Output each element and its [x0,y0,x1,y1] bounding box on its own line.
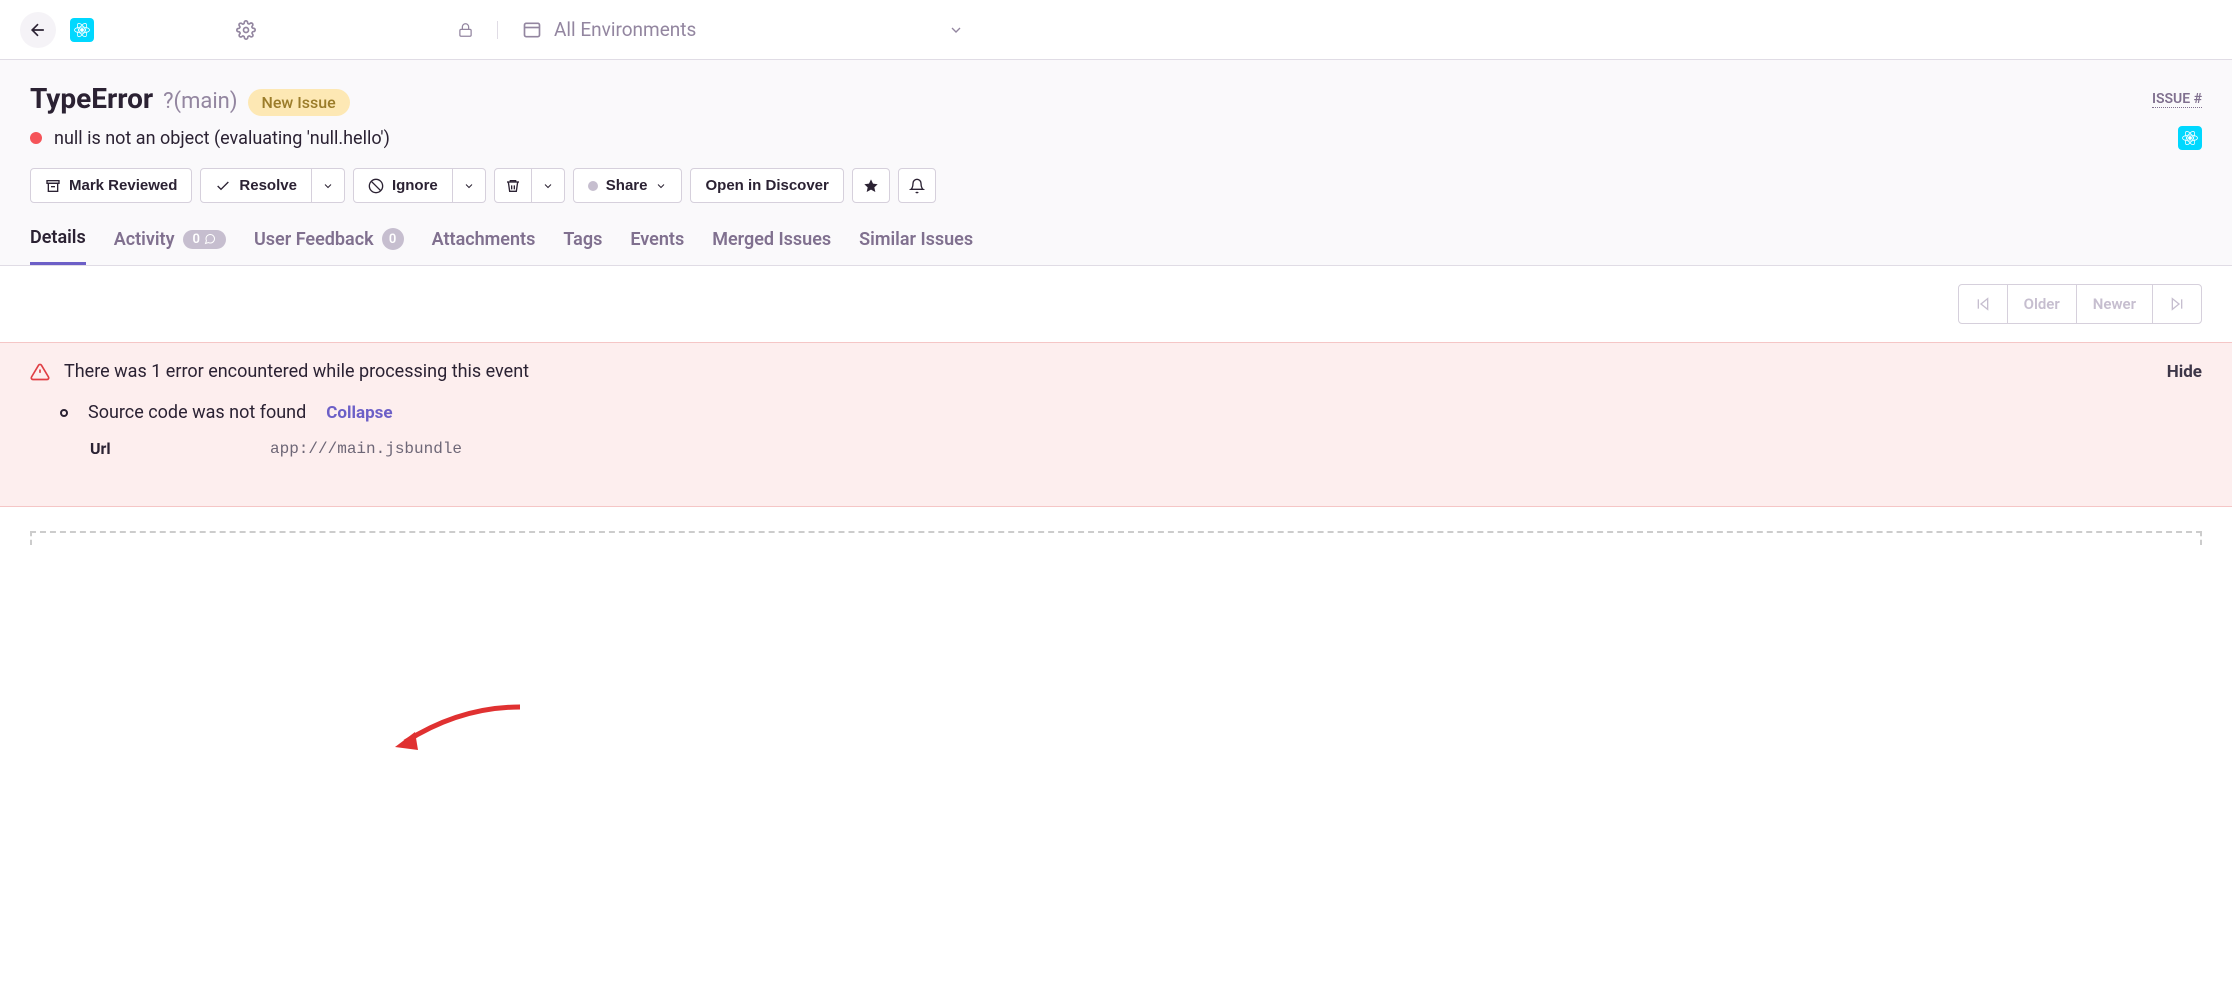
issue-number-label: ISSUE # [2152,91,2202,108]
status-dot [588,181,598,191]
archive-icon [45,178,61,194]
severity-dot [30,132,42,144]
lock-icon [458,21,498,39]
action-bar: Mark Reviewed Resolve Ignore [30,168,2202,203]
tab-similar[interactable]: Similar Issues [859,227,973,265]
annotation-arrow [390,702,530,762]
comment-icon [204,233,216,245]
chevron-down-icon [463,180,475,192]
ban-icon [368,178,384,194]
dashed-placeholder [30,531,2202,545]
trash-icon [505,178,521,194]
tab-activity[interactable]: Activity 0 [114,227,226,265]
delete-button[interactable] [494,168,532,203]
resolve-dropdown[interactable] [312,168,345,203]
event-nav: Older Newer [0,266,2232,342]
tabs: Details Activity 0 User Feedback 0 Attac… [30,227,2202,265]
new-issue-badge: New Issue [248,89,350,116]
url-value: app:///main.jsbundle [270,440,462,458]
resolve-button[interactable]: Resolve [200,168,312,203]
tab-tags[interactable]: Tags [563,227,602,265]
chevron-down-icon [948,22,964,38]
tab-events[interactable]: Events [630,227,684,265]
chevron-down-icon [322,180,334,192]
tab-merged[interactable]: Merged Issues [712,227,831,265]
ignore-button[interactable]: Ignore [353,168,453,203]
back-button[interactable] [20,12,56,48]
error-message: null is not an object (evaluating 'null.… [54,128,390,149]
url-label: Url [90,439,270,458]
banner-message: There was 1 error encountered while proc… [64,361,529,382]
window-icon [522,20,542,40]
bullet-icon [60,409,68,417]
react-icon [2178,126,2202,150]
warning-icon [30,362,50,382]
error-location: ?(main) [163,89,237,114]
last-event-button[interactable] [2153,285,2201,323]
star-icon [863,178,879,194]
feedback-count-badge: 0 [382,228,404,250]
environment-label: All Environments [554,18,696,41]
skip-forward-icon [2169,296,2185,312]
hide-button[interactable]: Hide [2167,362,2202,382]
environment-selector[interactable]: All Environments [522,18,964,41]
check-icon [215,178,231,194]
mark-reviewed-button[interactable]: Mark Reviewed [30,168,192,203]
newer-button[interactable]: Newer [2077,285,2153,323]
issue-header: TypeError ?(main) New Issue ISSUE # null… [0,60,2232,266]
delete-dropdown[interactable] [532,168,565,203]
bookmark-button[interactable] [852,168,890,203]
older-button[interactable]: Older [2008,285,2077,323]
skip-back-icon [1975,296,1991,312]
settings-button[interactable] [234,18,258,42]
subscribe-button[interactable] [898,168,936,203]
tab-attachments[interactable]: Attachments [432,227,536,265]
ignore-dropdown[interactable] [453,168,486,203]
tab-user-feedback[interactable]: User Feedback 0 [254,227,404,265]
share-button[interactable]: Share [573,168,683,203]
activity-count-badge: 0 [183,230,226,249]
collapse-button[interactable]: Collapse [326,403,392,423]
open-discover-button[interactable]: Open in Discover [690,168,843,203]
chevron-down-icon [655,180,667,192]
chevron-down-icon [542,180,554,192]
error-banner: There was 1 error encountered while proc… [0,342,2232,507]
react-icon [70,18,94,42]
error-detail-title: Source code was not found [88,402,306,423]
first-event-button[interactable] [1959,285,2008,323]
error-type: TypeError [30,82,153,115]
bell-icon [909,178,925,194]
top-bar: All Environments [0,0,2232,60]
tab-details[interactable]: Details [30,227,86,265]
